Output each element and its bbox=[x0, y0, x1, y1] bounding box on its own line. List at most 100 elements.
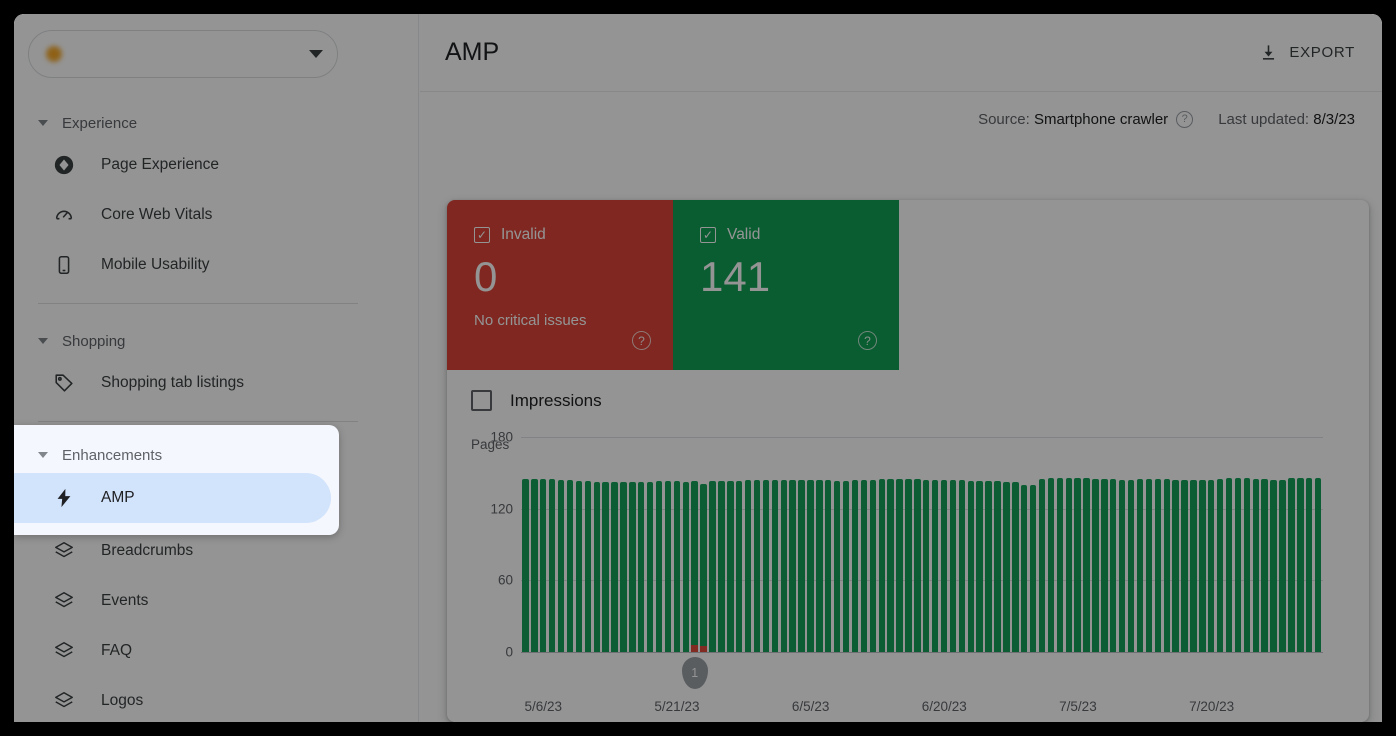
bar-group[interactable] bbox=[655, 437, 664, 652]
bar-group[interactable] bbox=[735, 437, 744, 652]
chevron-down-icon[interactable] bbox=[309, 50, 323, 58]
bar-group[interactable] bbox=[1109, 437, 1118, 652]
bar-group[interactable] bbox=[566, 437, 575, 652]
bar-group[interactable] bbox=[761, 437, 770, 652]
bar-group[interactable] bbox=[1198, 437, 1207, 652]
bar-group[interactable] bbox=[1046, 437, 1055, 652]
bar-group[interactable] bbox=[779, 437, 788, 652]
bar-group[interactable] bbox=[1127, 437, 1136, 652]
bar-group[interactable] bbox=[1091, 437, 1100, 652]
bar-group[interactable] bbox=[637, 437, 646, 652]
bar-group[interactable] bbox=[922, 437, 931, 652]
bar-group[interactable] bbox=[940, 437, 949, 652]
bar-group[interactable] bbox=[1180, 437, 1189, 652]
bar-group[interactable] bbox=[1278, 437, 1287, 652]
bar-group[interactable] bbox=[1225, 437, 1234, 652]
bar-group[interactable] bbox=[557, 437, 566, 652]
bar-group[interactable] bbox=[1100, 437, 1109, 652]
site-selector[interactable] bbox=[28, 30, 338, 78]
sidebar-item-page-experience[interactable]: Page Experience bbox=[14, 140, 408, 190]
bar-group[interactable] bbox=[1029, 437, 1038, 652]
bar-group[interactable] bbox=[993, 437, 1002, 652]
bar-group[interactable] bbox=[913, 437, 922, 652]
bar-group[interactable] bbox=[521, 437, 530, 652]
sidebar-item-events[interactable]: Events bbox=[14, 576, 408, 626]
bar-group[interactable] bbox=[1171, 437, 1180, 652]
bar-group[interactable] bbox=[1020, 437, 1029, 652]
bar-group[interactable] bbox=[672, 437, 681, 652]
bar-group[interactable] bbox=[984, 437, 993, 652]
bar-group[interactable] bbox=[681, 437, 690, 652]
sidebar-item-core-web-vitals[interactable]: Core Web Vitals bbox=[14, 190, 408, 240]
bar-group[interactable] bbox=[1162, 437, 1171, 652]
bar-group[interactable] bbox=[1153, 437, 1162, 652]
status-tile-invalid[interactable]: ✓ Invalid 0 No critical issues ? bbox=[447, 200, 673, 370]
bar-group[interactable] bbox=[744, 437, 753, 652]
bar-group[interactable] bbox=[949, 437, 958, 652]
nav-group-header-shopping[interactable]: Shopping bbox=[14, 324, 418, 358]
bar-group[interactable] bbox=[530, 437, 539, 652]
chart-annotation-marker[interactable]: 1 bbox=[681, 657, 708, 689]
bar-group[interactable] bbox=[646, 437, 655, 652]
sidebar-item-amp-highlighted[interactable]: AMP bbox=[14, 473, 331, 523]
bar-group[interactable] bbox=[1144, 437, 1153, 652]
bar-group[interactable] bbox=[664, 437, 673, 652]
bar-group[interactable] bbox=[539, 437, 548, 652]
bar-group[interactable] bbox=[1242, 437, 1251, 652]
bar-group[interactable] bbox=[859, 437, 868, 652]
bar-group[interactable] bbox=[726, 437, 735, 652]
bar-group[interactable] bbox=[1064, 437, 1073, 652]
bar-group[interactable] bbox=[1011, 437, 1020, 652]
export-button[interactable]: EXPORT bbox=[1259, 43, 1355, 62]
help-circle-icon[interactable]: ? bbox=[858, 331, 877, 350]
bar-group[interactable] bbox=[1260, 437, 1269, 652]
bar-group[interactable] bbox=[699, 437, 708, 652]
help-circle-icon[interactable]: ? bbox=[1176, 111, 1194, 128]
bar-group[interactable] bbox=[1002, 437, 1011, 652]
bar-group[interactable] bbox=[601, 437, 610, 652]
bar-group[interactable] bbox=[877, 437, 886, 652]
bar-group[interactable] bbox=[975, 437, 984, 652]
bar-group[interactable] bbox=[770, 437, 779, 652]
sidebar-item-shopping-tab-listings[interactable]: Shopping tab listings bbox=[14, 358, 408, 408]
bar-group[interactable] bbox=[708, 437, 717, 652]
bar-group[interactable] bbox=[592, 437, 601, 652]
bar-group[interactable] bbox=[788, 437, 797, 652]
impressions-toggle[interactable]: Impressions bbox=[447, 370, 1369, 411]
bar-group[interactable] bbox=[1189, 437, 1198, 652]
bar-group[interactable] bbox=[931, 437, 940, 652]
bar-group[interactable] bbox=[833, 437, 842, 652]
bar-group[interactable] bbox=[1136, 437, 1145, 652]
bar-group[interactable] bbox=[619, 437, 628, 652]
bar-group[interactable] bbox=[886, 437, 895, 652]
bar-group[interactable] bbox=[1207, 437, 1216, 652]
bar-group[interactable] bbox=[1296, 437, 1305, 652]
bar-group[interactable] bbox=[717, 437, 726, 652]
bar-group[interactable] bbox=[1038, 437, 1047, 652]
help-circle-icon[interactable]: ? bbox=[632, 331, 651, 350]
bar-group[interactable] bbox=[1216, 437, 1225, 652]
bar-group[interactable] bbox=[957, 437, 966, 652]
nav-group-header-experience[interactable]: Experience bbox=[14, 106, 418, 140]
sidebar-item-mobile-usability[interactable]: Mobile Usability bbox=[14, 240, 408, 290]
bar-group[interactable] bbox=[1055, 437, 1064, 652]
checkbox-valid[interactable]: ✓ bbox=[700, 227, 716, 243]
bar-group[interactable] bbox=[1314, 437, 1323, 652]
checkbox-impressions[interactable] bbox=[471, 390, 492, 411]
sidebar-item-logos[interactable]: Logos bbox=[14, 676, 408, 722]
sidebar-item-faq[interactable]: FAQ bbox=[14, 626, 408, 676]
bar-group[interactable] bbox=[574, 437, 583, 652]
bar-group[interactable] bbox=[1082, 437, 1091, 652]
bar-group[interactable] bbox=[1305, 437, 1314, 652]
bar-group[interactable] bbox=[851, 437, 860, 652]
bar-group[interactable] bbox=[842, 437, 851, 652]
bar-group[interactable] bbox=[548, 437, 557, 652]
bar-group[interactable] bbox=[824, 437, 833, 652]
bar-group[interactable] bbox=[815, 437, 824, 652]
bar-group[interactable] bbox=[1287, 437, 1296, 652]
bar-group[interactable] bbox=[610, 437, 619, 652]
bar-group[interactable] bbox=[806, 437, 815, 652]
nav-group-header-enhancements-highlighted[interactable]: Enhancements bbox=[14, 437, 339, 473]
bar-group[interactable] bbox=[868, 437, 877, 652]
bar-group[interactable] bbox=[1073, 437, 1082, 652]
